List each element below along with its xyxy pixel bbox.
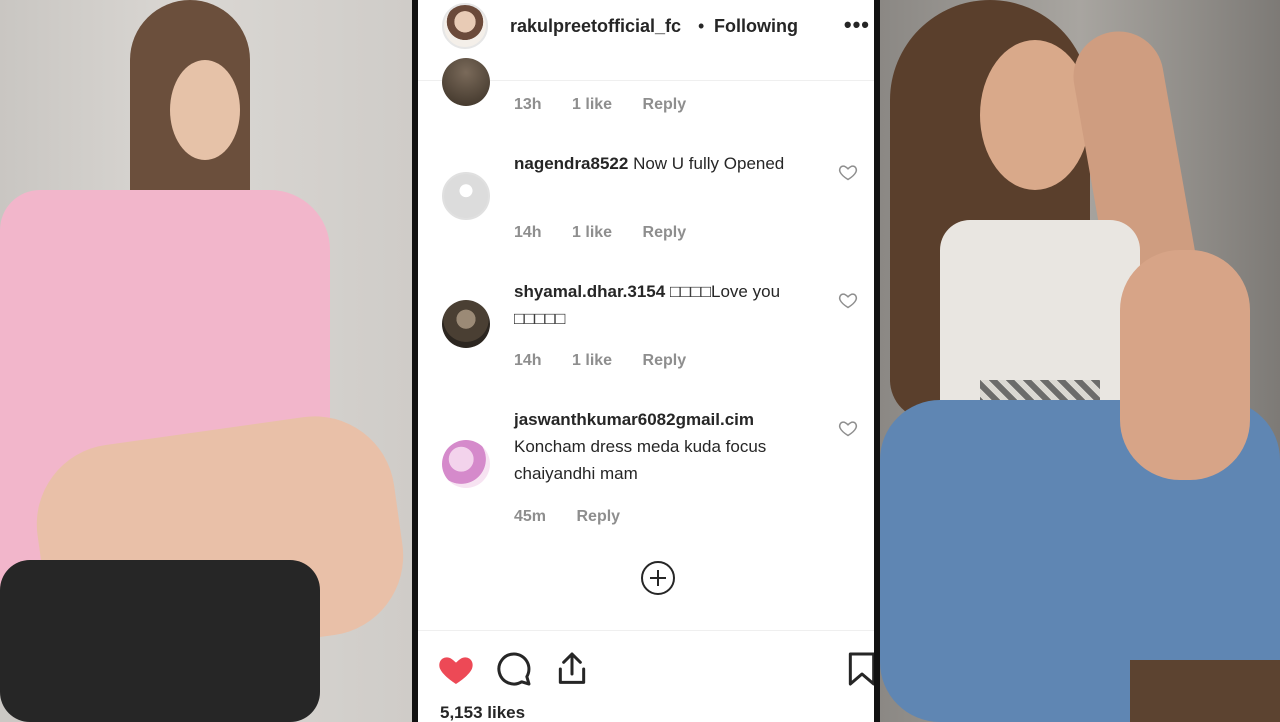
instagram-post-panel: rakulpreetofficial_fc • Following ••• 13… xyxy=(412,0,880,722)
comment-text: shyamal.dhar.3154 □□□□Love you □□□□□ xyxy=(514,278,814,332)
heart-outline-icon[interactable] xyxy=(838,290,858,310)
comment-likes[interactable]: 1 like xyxy=(572,224,612,241)
comment-body: Now U fully Opened xyxy=(633,154,785,173)
comment-meta: 45m Reply xyxy=(514,508,646,526)
avatar[interactable] xyxy=(442,440,490,488)
follow-status[interactable]: Following xyxy=(714,16,798,37)
comment-meta: 14h 1 like Reply xyxy=(514,224,712,242)
left-photo xyxy=(0,0,412,722)
share-icon[interactable] xyxy=(552,649,592,689)
comment-text: jaswanthkumar6082gmail.cim Koncham dress… xyxy=(514,406,834,487)
avatar[interactable] xyxy=(442,58,490,106)
reply-link[interactable]: Reply xyxy=(643,224,687,241)
avatar[interactable] xyxy=(442,3,488,49)
likes-count[interactable]: 5,153 likes xyxy=(440,703,525,722)
comment-meta: 13h 1 like Reply xyxy=(514,96,712,114)
comment-time: 13h xyxy=(514,96,542,113)
post-action-bar: 5,153 likes xyxy=(418,630,874,722)
reply-link[interactable]: Reply xyxy=(576,508,620,525)
comment-icon[interactable] xyxy=(494,649,534,689)
comment-username[interactable]: shyamal.dhar.3154 xyxy=(514,282,665,301)
plus-circle-icon[interactable] xyxy=(640,560,676,596)
comment-time: 14h xyxy=(514,224,542,241)
comment-username[interactable]: jaswanthkumar6082gmail.cim xyxy=(514,410,754,429)
reply-link[interactable]: Reply xyxy=(643,96,687,113)
comment-likes[interactable]: 1 like xyxy=(572,96,612,113)
heart-filled-icon[interactable] xyxy=(436,649,476,689)
comment-time: 45m xyxy=(514,508,547,525)
bookmark-icon[interactable] xyxy=(842,649,880,689)
heart-outline-icon[interactable] xyxy=(838,418,858,438)
comment-likes[interactable]: 1 like xyxy=(572,352,612,369)
avatar[interactable] xyxy=(442,172,490,220)
heart-outline-icon[interactable] xyxy=(838,162,858,182)
avatar[interactable] xyxy=(442,300,490,348)
header-separator: • xyxy=(698,16,705,36)
right-photo xyxy=(880,0,1280,722)
post-username[interactable]: rakulpreetofficial_fc xyxy=(510,16,681,37)
reply-link[interactable]: Reply xyxy=(643,352,687,369)
comment-meta: 14h 1 like Reply xyxy=(514,352,712,370)
more-options-icon[interactable]: ••• xyxy=(844,12,870,38)
comment-body: Koncham dress meda kuda focus chaiyandhi… xyxy=(514,437,767,483)
comment-username[interactable]: nagendra8522 xyxy=(514,154,628,173)
comment-text: nagendra8522 Now U fully Opened xyxy=(514,150,814,177)
comment-time: 14h xyxy=(514,352,542,369)
